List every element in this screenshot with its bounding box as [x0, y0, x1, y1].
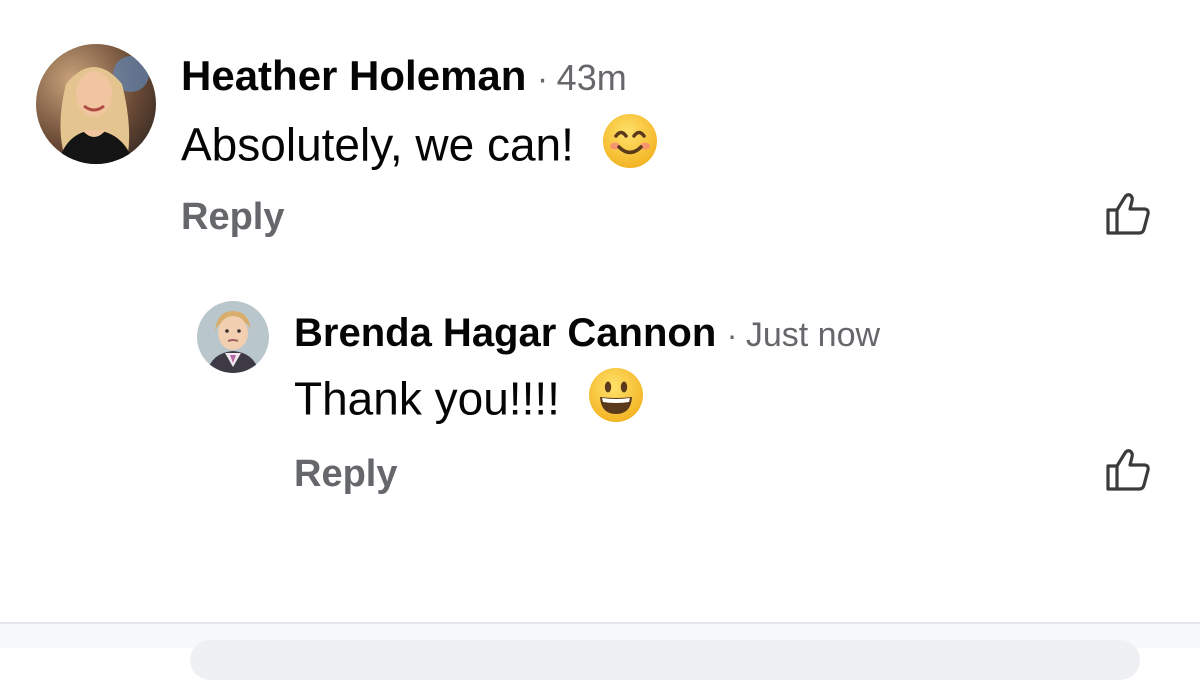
avatar[interactable] [36, 44, 156, 164]
timestamp[interactable]: 43m [557, 57, 627, 98]
like-thumbs-up-icon[interactable] [1104, 448, 1152, 497]
comment-text-row: Thank you!!!! [294, 368, 645, 431]
author-name[interactable]: Heather Holeman [181, 52, 526, 99]
comment-text-row: Absolutely, we can! [181, 114, 659, 177]
like-thumbs-up-icon[interactable] [1104, 192, 1152, 241]
comment-text: Absolutely, we can! [181, 118, 574, 171]
avatar[interactable] [197, 301, 269, 373]
comment-text: Thank you!!!! [294, 372, 560, 425]
smiling-face-with-smiling-eyes-icon [601, 112, 659, 177]
comment-header: Heather Holeman · 43m [181, 55, 627, 97]
grinning-face-icon [587, 366, 645, 431]
author-name[interactable]: Brenda Hagar Cannon [294, 311, 716, 355]
separator-dot: · [726, 317, 738, 353]
reply-button[interactable]: Reply [181, 198, 284, 236]
separator-dot: · [536, 60, 549, 98]
comment-header: Brenda Hagar Cannon · Just now [294, 313, 880, 353]
comment-input[interactable] [190, 640, 1140, 680]
timestamp[interactable]: Just now [746, 316, 880, 354]
reply-button[interactable]: Reply [294, 455, 397, 493]
